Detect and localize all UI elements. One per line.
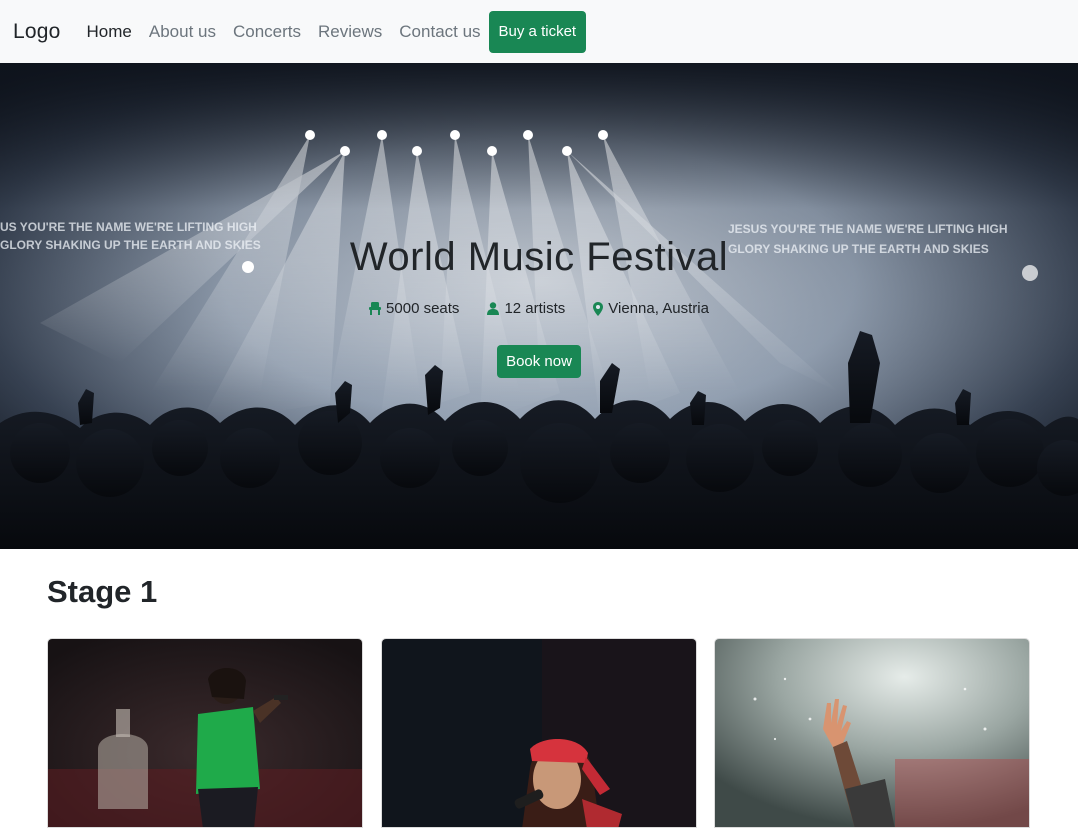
nav-link-concerts[interactable]: Concerts [233, 22, 301, 42]
nav-link-reviews[interactable]: Reviews [318, 22, 382, 42]
book-now-button[interactable]: Book now [497, 345, 581, 378]
artist-photo-2 [382, 639, 696, 827]
map-pin-icon [593, 301, 604, 316]
seat-icon [369, 302, 382, 315]
brand-logo[interactable]: Logo [13, 20, 61, 44]
artist-card-1[interactable] [47, 638, 363, 828]
screen-text-right-1: JESUS YOU'RE THE NAME WE'RE LIFTING HIGH [728, 222, 1008, 236]
meta-seats-text: 5000 seats [386, 300, 460, 317]
meta-location-text: Vienna, Austria [608, 300, 709, 317]
navbar: Logo Home About us Concerts Reviews Cont… [0, 0, 1078, 63]
buy-ticket-button[interactable]: Buy a ticket [488, 10, 587, 53]
screen-text-left-1: US YOU'RE THE NAME WE'RE LIFTING HIGH [0, 220, 257, 234]
meta-seats: 5000 seats [369, 300, 459, 317]
person-icon [487, 302, 500, 315]
meta-artists-text: 12 artists [504, 300, 566, 317]
hero-meta: 5000 seats 12 artists Vienna, Austria [0, 300, 1078, 317]
hero-banner: US YOU'RE THE NAME WE'RE LIFTING HIGH GL… [0, 63, 1078, 549]
meta-location: Vienna, Austria [593, 300, 709, 317]
nav-link-home[interactable]: Home [87, 22, 132, 42]
artist-photo-3 [715, 639, 1029, 827]
stage-title: Stage 1 [47, 574, 158, 609]
artist-photo-1 [48, 639, 362, 827]
nav-link-about-us[interactable]: About us [149, 22, 216, 42]
artist-card-2[interactable] [381, 638, 697, 828]
hero-title: World Music Festival [349, 235, 729, 279]
nav-link-contact-us[interactable]: Contact us [399, 22, 480, 42]
meta-artists: 12 artists [487, 300, 565, 317]
artist-card-3[interactable] [714, 638, 1030, 828]
